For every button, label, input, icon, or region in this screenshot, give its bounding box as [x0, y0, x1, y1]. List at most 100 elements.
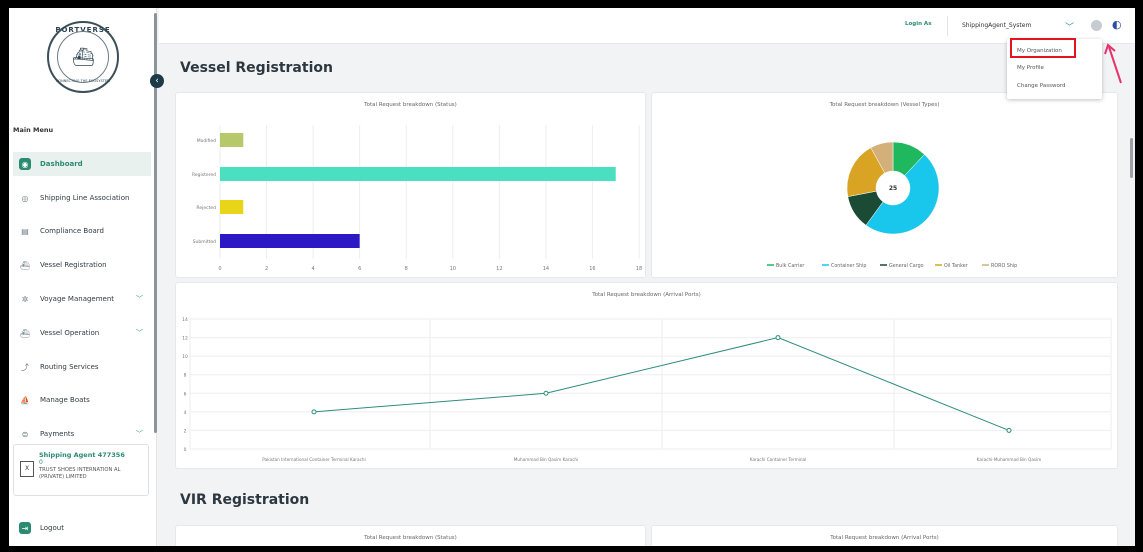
agent-count: 0 [39, 459, 43, 466]
chevron-down-icon: ﹀ [1064, 23, 1074, 33]
vir-status-card: Total Request breakdown (Status) [175, 525, 646, 546]
menu-item-my-profile[interactable]: My Profile [1017, 65, 1044, 71]
sidebar-item-voyage-management[interactable]: ✲ Voyage Management ﹀ [13, 287, 151, 311]
x-tick-label: 18 [636, 266, 642, 272]
legend-label: Bulk Carrier [776, 263, 804, 269]
vessel-types-donut-chart: 25 Bulk Carrier Container Ship General Carg… [767, 141, 1017, 269]
sidebar-item-shipping-line-association[interactable]: ◎ Shipping Line Association [13, 186, 151, 210]
x-tick-label: 12 [496, 266, 502, 272]
x-tick-label: 0 [218, 266, 221, 272]
status-chart-card: Total Request breakdown (Status) 0 2 4 6 8 10… [175, 92, 646, 278]
sidebar-item-vessel-operation[interactable]: ⛴ Vessel Operation ﹀ [13, 321, 151, 345]
legend-label: Container Ship [831, 263, 866, 269]
sidebar: PORTVERSE ⛴ CONNECTING THE ECOSYSTEM Mai… [9, 8, 157, 546]
sidebar-item-label: Dashboard [40, 160, 83, 168]
chevron-down-icon: ﹀ [136, 329, 143, 337]
sidebar-item-label: Vessel Operation [40, 329, 100, 337]
x-tick-label: 2 [265, 266, 268, 272]
collapse-sidebar-button[interactable]: ‹ [150, 74, 164, 88]
bar [220, 133, 244, 147]
x-tick-label: Pakistan International Container Termina… [262, 457, 365, 462]
legend-label: Oil Tanker [944, 263, 968, 269]
y-tick-label: 4 [184, 410, 187, 416]
agent-organization: TRUST SHOES INTERNATION AL (PRIVATE) LIM… [39, 467, 121, 480]
chevron-down-icon: ﹀ [136, 295, 143, 303]
bar [220, 167, 616, 181]
sidebar-item-compliance-board[interactable]: ▤ Compliance Board [13, 219, 151, 243]
y-tick-label: Registered [192, 172, 216, 178]
route-icon: ⤴ [21, 362, 29, 372]
sidebar-item-routing-services[interactable]: ⤴ Routing Services [13, 355, 151, 379]
data-point [1006, 427, 1012, 433]
document-icon: ▤ [21, 226, 29, 236]
x-tick-label: 8 [405, 266, 408, 272]
status-bar-chart: 0 2 4 6 8 10 12 14 16 18 Modified Registered Rejecte… [192, 125, 642, 272]
user-select[interactable]: ShippingAgent_System ﹀ [947, 16, 1082, 36]
sidebar-item-label: Routing Services [40, 363, 99, 371]
chart-title: Total Request breakdown (Arrival Ports) [830, 535, 939, 541]
sidebar-item-label: Shipping Line Association [40, 194, 130, 202]
agent-name: Shipping Agent 477356 [39, 451, 125, 459]
sidebar-item-label: Compliance Board [40, 227, 105, 235]
x-tick-label: 16 [589, 266, 595, 272]
y-tick-label: Rejected [196, 205, 216, 211]
x-tick-label: Karachi Container Terminal [750, 457, 806, 462]
arrival-ports-line-chart: 0 2 4 6 8 10 12 14 Pakistan International Contai… [182, 317, 1112, 462]
agent-profile-card[interactable]: X Shipping Agent 477356 0 TRUST SHOES IN… [13, 444, 149, 496]
y-tick-label: 0 [184, 447, 187, 453]
globe-icon: ◎ [21, 193, 29, 203]
x-tick-label: 4 [312, 266, 315, 272]
bar [220, 234, 360, 248]
data-point [311, 409, 317, 415]
x-tick-label: Muhammad Bin Qasim Karachi [514, 457, 579, 462]
x-tick-label: 6 [358, 266, 361, 272]
sidebar-item-payments[interactable]: ⊜ Payments ﹀ [13, 422, 151, 446]
highlight-box [1010, 38, 1076, 58]
agent-badge: X [20, 461, 34, 477]
y-tick-label: 10 [182, 354, 188, 360]
vir-arrival-ports-card: Total Request breakdown (Arrival Ports) [651, 525, 1118, 546]
y-tick-label: 6 [184, 391, 187, 397]
data-point [543, 390, 549, 396]
x-tick-label: 14 [543, 266, 549, 272]
main-scrollbar[interactable] [1130, 138, 1133, 178]
sidebar-item-label: Vessel Registration [40, 261, 107, 269]
y-tick-label: Submitted [193, 239, 216, 245]
legend-label: General Cargo [889, 263, 924, 269]
ship-operation-icon: ⛴ [19, 328, 31, 338]
app-window: PORTVERSE ⛴ CONNECTING THE ECOSYSTEM Mai… [9, 8, 1135, 546]
pie-center-label: 25 [889, 185, 897, 192]
logout-icon: ⇥ [19, 522, 31, 534]
menu-item-change-password[interactable]: Change Password [1017, 83, 1066, 89]
sidebar-item-label: Payments [40, 430, 75, 438]
y-tick-label: Modified [197, 138, 216, 144]
chart-title: Total Request breakdown (Status) [364, 535, 457, 541]
sidebar-item-dashboard[interactable]: ◉ Dashboard [13, 152, 151, 176]
user-select-value: ShippingAgent_System [962, 22, 1032, 29]
section-title-vir: VIR Registration [180, 492, 310, 508]
login-as-label: Login As [905, 21, 932, 27]
page-title: Vessel Registration [180, 60, 333, 76]
vessel-types-chart-card: Total Request breakdown (Vessel Types) 2… [651, 92, 1118, 278]
x-tick-label: 10 [450, 266, 456, 272]
payment-icon: ⊜ [21, 429, 29, 439]
y-tick-label: 8 [184, 373, 187, 379]
logout-label: Logout [40, 524, 64, 532]
sidebar-item-label: Voyage Management [40, 295, 115, 303]
theme-toggle-icon[interactable]: ◐ [1112, 18, 1122, 31]
sidebar-item-manage-boats[interactable]: ⛵ Manage Boats [13, 388, 151, 412]
arrival-ports-chart-card: Total Request breakdown (Arrival Ports) … [175, 282, 1118, 469]
top-bar: Login As ShippingAgent_System ﹀ ◐ [159, 8, 1135, 44]
chevron-down-icon: ﹀ [136, 430, 143, 438]
sidebar-item-label: Manage Boats [40, 396, 90, 404]
bar [220, 200, 244, 214]
annotation-arrow [1104, 43, 1122, 84]
data-point [775, 335, 781, 341]
portverse-logo[interactable]: PORTVERSE ⛴ CONNECTING THE ECOSYSTEM [47, 21, 119, 93]
avatar[interactable] [1091, 20, 1102, 31]
ship-icon: ⛴ [19, 260, 31, 270]
y-tick-label: 14 [182, 317, 188, 323]
logout-button[interactable]: ⇥ Logout [13, 518, 113, 538]
y-tick-label: 12 [182, 336, 188, 342]
sidebar-item-vessel-registration[interactable]: ⛴ Vessel Registration [13, 253, 151, 277]
